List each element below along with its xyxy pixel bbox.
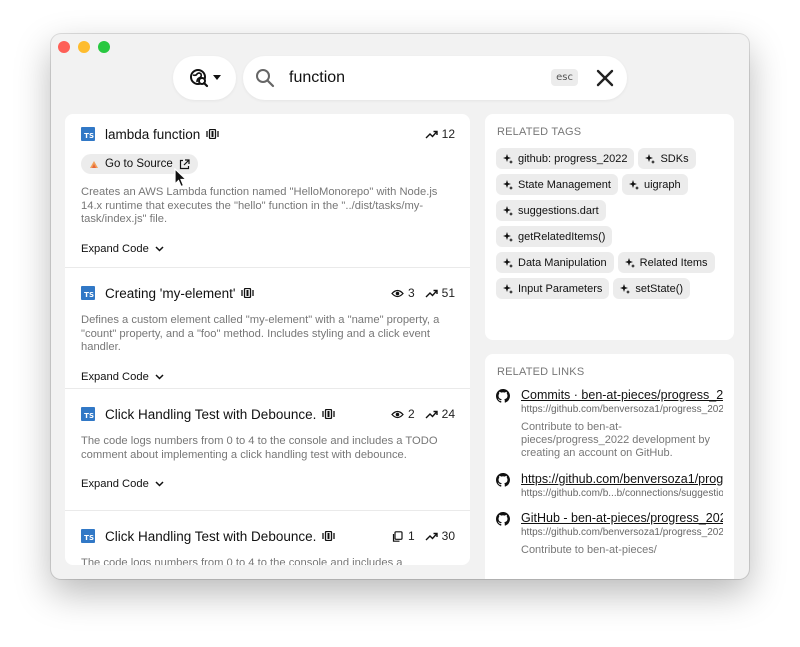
search-bar: esc [243, 56, 627, 100]
tag-chip[interactable]: State Management [496, 174, 618, 195]
result-title[interactable]: lambda function [105, 127, 200, 142]
link-description: Contribute to ben-at-pieces/ [521, 544, 657, 556]
tag-chip[interactable]: github: progress_2022 [496, 148, 635, 169]
vibrate-icon [322, 409, 336, 419]
caret-down-icon [212, 75, 221, 80]
sparkle-icon [620, 283, 631, 294]
link-title[interactable]: Commits · ben-at-pieces/progress_2022 [521, 388, 723, 402]
result-item[interactable]: TS Click Handling Test with Debounce. 2 [65, 389, 470, 511]
result-stats: 2 24 [391, 407, 455, 421]
typescript-icon: TS [81, 529, 95, 543]
tag-chip[interactable]: uigraph [621, 174, 688, 195]
chevron-down-icon [155, 245, 164, 252]
search-input[interactable] [289, 69, 539, 87]
result-title[interactable]: Click Handling Test with Debounce. [105, 407, 316, 422]
trend-stat: 24 [425, 407, 455, 421]
expand-code-button[interactable]: Expand Code [81, 239, 455, 259]
globe-search-icon [189, 69, 208, 88]
eye-icon [391, 289, 404, 297]
sparkle-icon [503, 153, 513, 164]
sparkle-icon [503, 205, 513, 216]
related-tags-title: RELATED TAGS [497, 126, 582, 138]
copies-stat: 1 [391, 529, 415, 543]
sparkle-icon [503, 179, 513, 190]
chevron-down-icon [155, 373, 164, 380]
typescript-icon: TS [81, 286, 95, 300]
trend-stat: 30 [425, 529, 455, 543]
trending-icon [425, 130, 438, 138]
trending-icon [425, 289, 438, 297]
close-window-button[interactable] [58, 41, 70, 53]
related-link[interactable]: GitHub - ben-at-pieces/progress_2022 htt… [496, 511, 723, 557]
tag-chip[interactable]: Input Parameters [496, 278, 610, 299]
trending-icon [425, 532, 438, 540]
related-link[interactable]: Commits · ben-at-pieces/progress_2022 ht… [496, 388, 723, 460]
mouse-cursor-icon [174, 168, 187, 188]
expand-code-button[interactable]: Expand Code [81, 474, 455, 494]
window-controls [58, 41, 110, 53]
app-window: esc TS lambda function [51, 34, 749, 579]
result-stats: 1 30 [391, 529, 455, 543]
result-title[interactable]: Click Handling Test with Debounce. [105, 529, 316, 544]
vibrate-icon [322, 531, 336, 541]
views-stat: 3 [391, 286, 415, 300]
tag-chip[interactable]: SDKs [638, 148, 696, 169]
tag-chip[interactable]: suggestions.dart [496, 200, 606, 221]
zoom-window-button[interactable] [98, 41, 110, 53]
link-url: https://github.com/b...b/connections/sug… [521, 488, 723, 499]
sparkle-icon [503, 283, 513, 294]
trending-icon [425, 410, 438, 418]
result-description: Defines a custom element called "my-elem… [81, 314, 440, 353]
chevron-down-icon [155, 481, 164, 487]
github-icon [496, 473, 510, 487]
sparkle-icon [624, 257, 635, 268]
result-item[interactable]: TS lambda function 12 Go to Source Creat… [65, 114, 470, 268]
link-title[interactable]: https://github.com/benversoza1/progress_… [521, 472, 723, 486]
source-app-icon [90, 161, 98, 168]
typescript-icon: TS [81, 407, 95, 421]
result-description: The code logs numbers from 0 to 4 to the… [81, 435, 438, 461]
search-scope-dropdown[interactable] [173, 56, 236, 100]
eye-icon [391, 410, 404, 418]
related-tags-panel: RELATED TAGS github: progress_2022 SDKs … [485, 114, 734, 340]
link-url: https://github.com/benversoza1/progress_… [521, 527, 723, 538]
link-title[interactable]: GitHub - ben-at-pieces/progress_2022 [521, 511, 723, 525]
vibrate-icon [241, 288, 255, 298]
sparkle-icon [628, 179, 639, 190]
link-url: https://github.com/benversoza1/progress_… [521, 404, 723, 415]
related-links-panel: RELATED LINKS Commits · ben-at-pieces/pr… [485, 354, 734, 579]
sparkle-icon [645, 153, 656, 164]
sparkle-icon [503, 257, 513, 268]
typescript-icon: TS [81, 127, 95, 141]
tag-chip[interactable]: setState() [613, 278, 691, 299]
expand-code-button[interactable]: Expand Code [81, 367, 455, 387]
related-link[interactable]: https://github.com/benversoza1/progress_… [496, 472, 723, 499]
tag-chip[interactable]: getRelatedItems() [496, 226, 613, 247]
vibrate-icon [206, 129, 219, 139]
github-icon [496, 389, 510, 403]
result-title[interactable]: Creating 'my-element' [105, 286, 235, 301]
tag-chip[interactable]: Data Manipulation [496, 252, 614, 273]
esc-key-badge: esc [551, 69, 578, 86]
copy-icon [392, 530, 403, 542]
result-stats: 3 51 [391, 286, 455, 300]
trend-stat: 12 [425, 127, 455, 141]
github-icon [496, 512, 510, 526]
trend-stat: 51 [425, 286, 455, 300]
search-results-list: TS lambda function 12 Go to Source Creat… [65, 114, 470, 565]
result-description: The code logs numbers from 0 to 4 to the… [81, 557, 403, 565]
related-links-title: RELATED LINKS [497, 366, 585, 378]
tag-list: github: progress_2022 SDKs State Managem… [496, 148, 726, 299]
result-item[interactable]: TS Click Handling Test with Debounce. 1 [65, 511, 470, 565]
link-description: Contribute to ben-at-pieces/progress_202… [521, 421, 710, 459]
views-stat: 2 [391, 407, 415, 421]
result-description: Creates an AWS Lambda function named "He… [81, 186, 438, 225]
sparkle-icon [503, 231, 513, 242]
search-icon [256, 69, 275, 88]
minimize-window-button[interactable] [78, 41, 90, 53]
result-stats: 12 [425, 127, 455, 141]
close-icon[interactable] [595, 68, 615, 88]
result-item[interactable]: TS Creating 'my-element' 3 51 Defines a … [65, 268, 470, 389]
tag-chip[interactable]: Related Items [617, 252, 715, 273]
